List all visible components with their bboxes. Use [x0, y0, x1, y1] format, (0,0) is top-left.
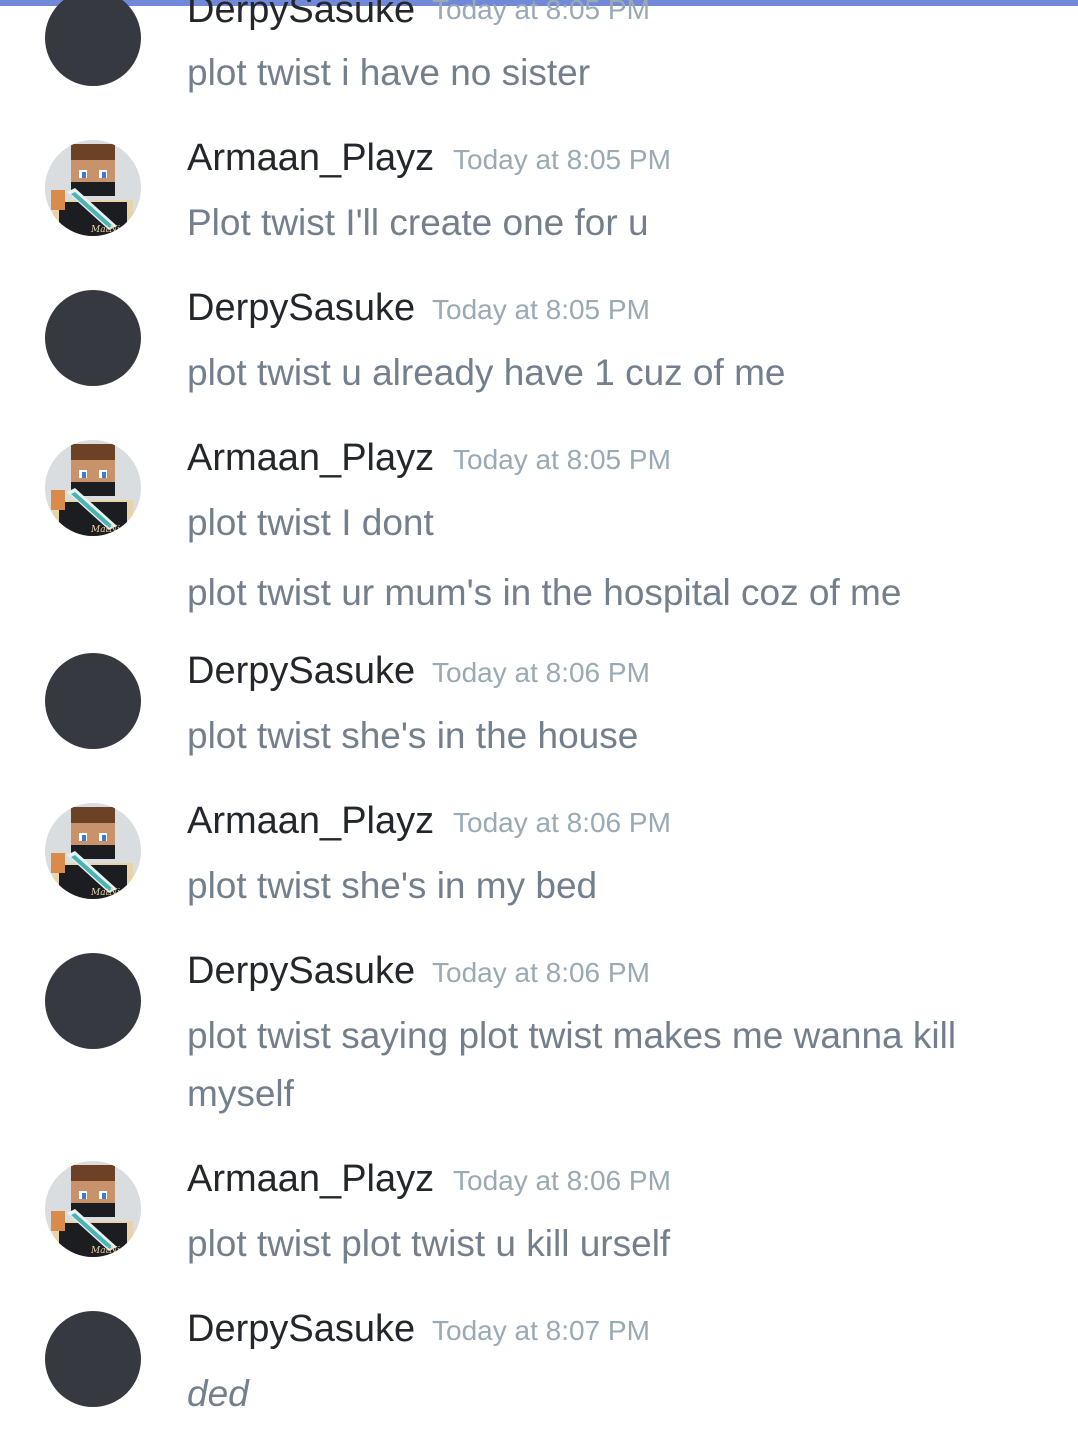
- timestamp: Today at 8:05 PM: [453, 144, 671, 175]
- timestamp: Today at 8:06 PM: [453, 807, 671, 838]
- minecraft-avatar-icon: MatNix: [45, 440, 141, 536]
- user-avatar[interactable]: [45, 0, 141, 86]
- message-text: plot twist she's in my bed: [187, 865, 598, 906]
- username[interactable]: Armaan_Playz: [187, 799, 434, 843]
- minecraft-avatar-icon: MatNix: [45, 140, 141, 236]
- minecraft-avatar-icon: MatNix: [45, 1161, 141, 1257]
- message-text: ded: [187, 1373, 249, 1414]
- message-text: plot twist she's in the house: [187, 715, 639, 756]
- username[interactable]: Armaan_Playz: [187, 436, 434, 480]
- user-avatar[interactable]: [45, 953, 141, 1049]
- message-text: plot twist plot twist u kill urself: [187, 1223, 671, 1264]
- timestamp: Today at 8:05 PM: [432, 0, 650, 25]
- user-avatar[interactable]: MatNix: [45, 140, 141, 236]
- username[interactable]: DerpySasuke: [187, 1307, 415, 1351]
- timestamp: Today at 8:06 PM: [432, 657, 650, 688]
- svg-text:MatNix: MatNix: [90, 525, 125, 535]
- timestamp: Today at 8:06 PM: [453, 1165, 671, 1196]
- user-avatar[interactable]: [45, 653, 141, 749]
- user-avatar[interactable]: [45, 1311, 141, 1407]
- message-text: plot twist ur mum's in the hospital coz …: [187, 572, 902, 613]
- user-avatar[interactable]: MatNix: [45, 803, 141, 899]
- message-text: Plot twist I'll create one for u: [187, 202, 649, 243]
- minecraft-avatar-icon: MatNix: [45, 803, 141, 899]
- user-avatar[interactable]: [45, 290, 141, 386]
- message-text: plot twist I dont: [187, 502, 434, 543]
- message-text: plot twist u already have 1 cuz of me: [187, 352, 786, 393]
- user-avatar[interactable]: MatNix: [45, 440, 141, 536]
- username[interactable]: Armaan_Playz: [187, 136, 434, 180]
- username[interactable]: DerpySasuke: [187, 286, 415, 330]
- user-avatar[interactable]: MatNix: [45, 1161, 141, 1257]
- svg-text:MatNix: MatNix: [90, 225, 125, 235]
- message-text: plot twist saying plot twist makes me wa…: [187, 1015, 957, 1114]
- timestamp: Today at 8:05 PM: [453, 444, 671, 475]
- timestamp: Today at 8:06 PM: [432, 957, 650, 988]
- username[interactable]: DerpySasuke: [187, 0, 415, 32]
- username[interactable]: Armaan_Playz: [187, 1157, 434, 1201]
- svg-text:MatNix: MatNix: [90, 1246, 125, 1256]
- username[interactable]: DerpySasuke: [187, 949, 415, 993]
- username[interactable]: DerpySasuke: [187, 649, 415, 693]
- svg-text:MatNix: MatNix: [90, 888, 125, 898]
- timestamp: Today at 8:07 PM: [432, 1315, 650, 1346]
- message-text: plot twist i have no sister: [187, 52, 591, 93]
- timestamp: Today at 8:05 PM: [432, 294, 650, 325]
